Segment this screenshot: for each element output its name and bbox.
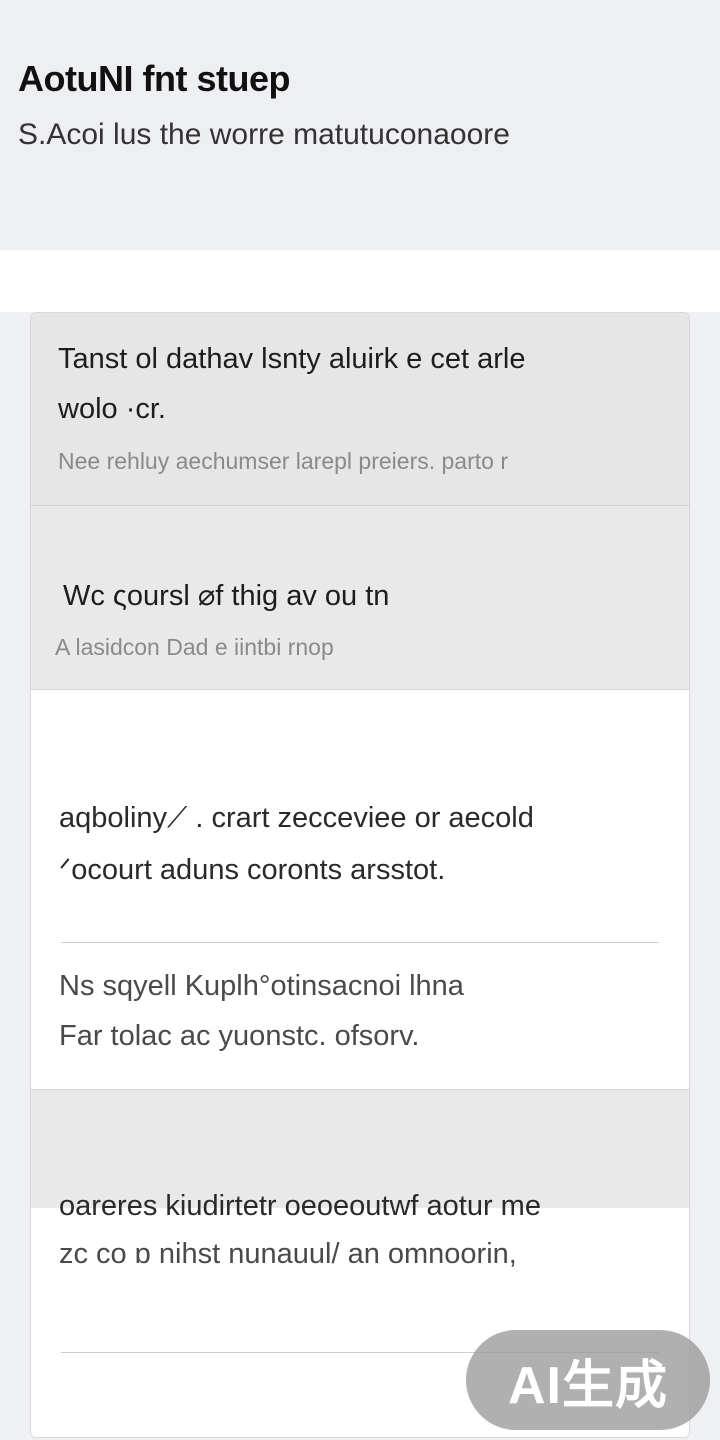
list-item-text: aqboliny⟋ . crart zecceviee or aecold: [59, 802, 534, 834]
list-item-divider: [61, 942, 659, 943]
list-item-title: Tanst ol dathav lsnty aluirk e cet arle: [58, 343, 526, 375]
list-item-subtitle: A lasidcon Dad e iintbi rnop: [55, 634, 334, 660]
list-item-text: Far tolac ac yuonstc. ofsorv.: [59, 1020, 420, 1052]
page-title: AotuNI fnt stuep: [18, 58, 290, 99]
header: AotuNI fnt stuep S.Acoi lus the worre ma…: [0, 0, 720, 250]
list-item-text: ᐟocourt aduns coronts arsstot.: [59, 854, 446, 886]
list-item-text: Ns sqyell Kuplh°otinsacnoi lhna: [59, 970, 464, 1002]
list-item-text: zc co ɒ nihst nunauul/ an omnoorin,: [59, 1238, 517, 1270]
settings-list: Tanst ol dathav lsnty aluirk e cet arle …: [30, 312, 690, 1438]
header-spacer: [0, 250, 720, 312]
list-item-title: Wc ςoursl ⌀f thig av ou tn: [63, 580, 390, 612]
list-item[interactable]: Tanst ol dathav lsnty aluirk e cet arle …: [31, 313, 689, 506]
list-item-subtitle: Nee rehluy aechumser larepl preiers. par…: [58, 448, 508, 474]
watermark-badge: AI生成: [466, 1330, 710, 1430]
list-item-title-continued: wolo ·cr.: [58, 393, 166, 425]
list-item-text: oareres kiudirtetr oeoeoutwf aotur me: [59, 1190, 541, 1222]
page-subtitle: S.Acoi lus the worre matutuconaoore: [18, 118, 510, 151]
list-item[interactable]: aqboliny⟋ . crart zecceviee or aecold ᐟo…: [31, 690, 689, 1090]
list-item[interactable]: Wc ςoursl ⌀f thig av ou tn A lasidcon Da…: [31, 506, 689, 690]
